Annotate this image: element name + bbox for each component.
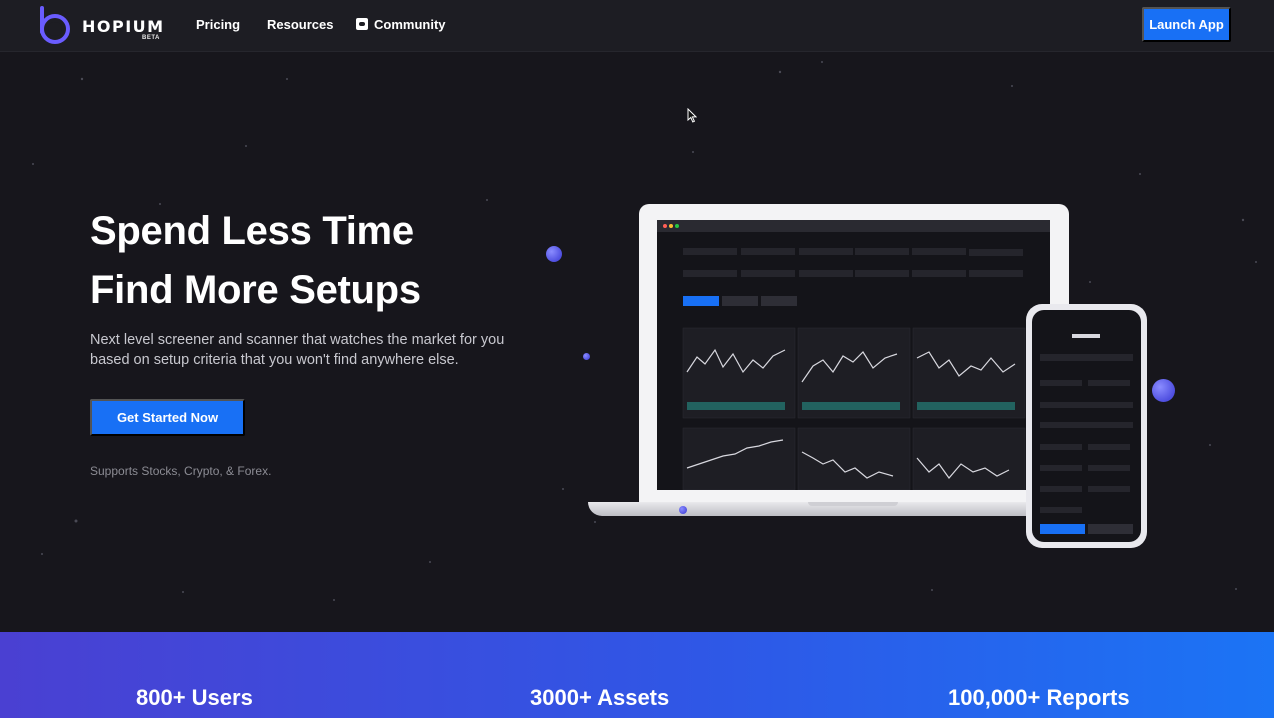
phone-mockup [1026,304,1147,548]
decorative-dot [679,506,687,514]
cursor-icon [687,108,697,123]
hero-title: Spend Less Time Find More Setups [90,202,421,320]
nav-link-community[interactable]: Community [356,17,446,32]
hopium-logo[interactable]: HOPIUM BETA [36,6,166,46]
stat-assets: 3000+ Assets [530,685,670,710]
community-label: Community [374,17,446,32]
screener-preview-graphic [682,248,1026,490]
hero-title-line-1: Spend Less Time [90,209,414,253]
stat-users: 800+ Users [136,685,253,710]
decorative-dot [1152,379,1175,402]
hero-title-line-2: Find More Setups [90,268,421,312]
laptop-mockup [639,204,1069,504]
supported-markets-text: Supports Stocks, Crypto, & Forex. [90,464,272,478]
discord-icon [356,18,368,30]
nav-link-resources[interactable]: Resources [267,17,333,32]
nav-link-pricing[interactable]: Pricing [196,17,240,32]
hero-subtitle: Next level screener and scanner that wat… [90,332,505,368]
launch-app-button[interactable]: Launch App [1142,7,1231,42]
logo-mark-icon [40,6,70,44]
decorative-dot [546,246,562,262]
window-titlebar [657,220,1050,232]
beta-badge: BETA [142,35,160,41]
top-navbar: HOPIUM BETA Pricing Resources Community … [0,0,1274,52]
laptop-screenshot [657,220,1050,490]
stats-band: 800+ Users 3000+ Assets 100,000+ Reports [0,632,1274,718]
phone-filters-preview-graphic [1040,334,1133,534]
logo-text: HOPIUM [82,17,165,36]
decorative-dot [583,353,590,360]
get-started-button[interactable]: Get Started Now [90,399,245,436]
stat-reports: 100,000+ Reports [948,685,1130,710]
phone-screenshot [1032,310,1141,542]
